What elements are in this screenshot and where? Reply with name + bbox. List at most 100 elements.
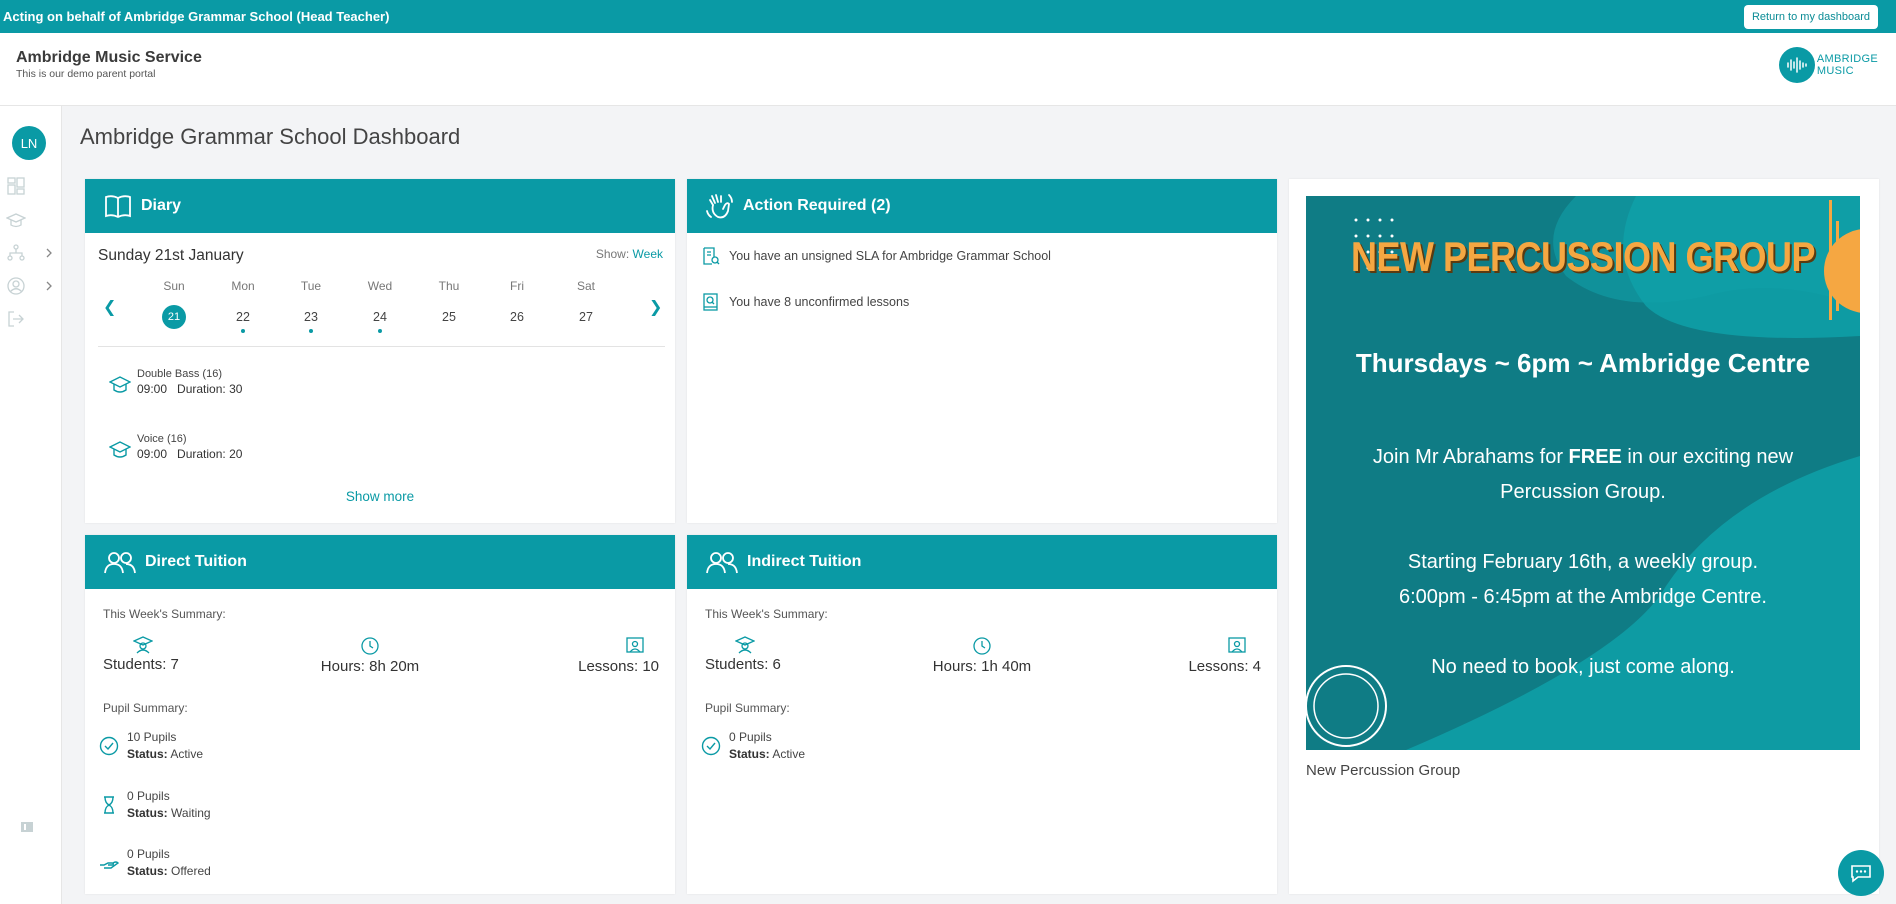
graduation-cap-icon xyxy=(109,441,131,458)
check-circle-icon xyxy=(701,736,721,756)
return-to-dashboard-button[interactable]: Return to my dashboard xyxy=(1743,4,1878,29)
show-label: Show: xyxy=(595,247,630,261)
open-book-icon xyxy=(105,195,131,219)
day-wed[interactable]: Wed 24 xyxy=(360,279,400,333)
hours-count: Hours: 8h 20m xyxy=(320,658,420,675)
action-required-card: Action Required (2) You have an unsigned… xyxy=(687,179,1277,523)
day-fri[interactable]: Fri 26 xyxy=(497,279,537,329)
lesson-item[interactable]: Double Bass (16) 09:00 Duration: 30 xyxy=(109,368,242,396)
lessons-stat: Lessons: 4 xyxy=(1185,636,1261,675)
indirect-tuition-title: Indirect Tuition xyxy=(747,553,862,570)
status-label: Status: xyxy=(127,747,168,761)
users-icon xyxy=(706,552,738,574)
lesson-board-icon xyxy=(1228,637,1246,653)
offer-hand-icon xyxy=(100,861,119,869)
logout-icon[interactable] xyxy=(6,309,26,329)
indirect-tuition-card: Indirect Tuition This Week's Summary: St… xyxy=(687,535,1277,894)
status-label: Status: xyxy=(127,806,168,820)
day-sat[interactable]: Sat 27 xyxy=(566,279,606,329)
show-more-link[interactable]: Show more xyxy=(85,489,675,504)
pupil-count: 10 Pupils xyxy=(127,730,177,744)
sidebar: LN xyxy=(0,106,62,904)
show-value[interactable]: Week xyxy=(633,247,663,261)
logo-text-line1: AMBRIDGE xyxy=(1816,53,1878,65)
pupil-status-item[interactable]: 0 Pupils Status: Waiting xyxy=(99,788,211,822)
lesson-dot xyxy=(241,329,245,333)
promo-image[interactable]: NEW PERCUSSION GROUP Thursdays ~ 6pm ~ A… xyxy=(1306,196,1860,750)
lessons-count: Lessons: 4 xyxy=(1188,658,1261,675)
week-summary-label: This Week's Summary: xyxy=(705,607,828,621)
action-item-text: You have an unsigned SLA for Ambridge Gr… xyxy=(729,249,1051,263)
day-tue[interactable]: Tue 23 xyxy=(291,279,331,333)
pupil-status-item[interactable]: 10 Pupils Status: Active xyxy=(99,729,203,763)
chevron-right-icon[interactable] xyxy=(44,248,54,258)
graduation-cap-icon[interactable] xyxy=(6,210,26,230)
status-label: Status: xyxy=(729,747,770,761)
avatar[interactable]: LN xyxy=(12,126,46,160)
diary-header: Diary xyxy=(85,179,675,233)
status-label: Status: xyxy=(127,864,168,878)
status-value: Active xyxy=(772,747,806,761)
students-count: Students: 6 xyxy=(705,656,781,673)
student-icon xyxy=(133,636,153,654)
students-stat: Students: 6 xyxy=(705,636,781,673)
promo-line3: 6:00pm - 6:45pm at the Ambridge Centre. xyxy=(1399,586,1767,608)
indirect-tuition-header: Indirect Tuition xyxy=(687,535,1277,589)
lesson-item[interactable]: Voice (16) 09:00 Duration: 20 xyxy=(109,433,242,461)
dashboard-icon[interactable] xyxy=(6,176,26,196)
info-icon[interactable] xyxy=(20,820,34,834)
promo-line1-pre: Join Mr Abrahams for xyxy=(1372,446,1569,468)
lessons-count: Lessons: 10 xyxy=(578,658,659,675)
pupil-count: 0 Pupils xyxy=(127,847,170,861)
page-title: Ambridge Grammar School Dashboard xyxy=(80,124,461,149)
check-circle-icon xyxy=(99,736,119,756)
hours-stat: Hours: 1h 40m xyxy=(917,636,1047,675)
status-value: Offered xyxy=(171,864,211,878)
day-sun[interactable]: Sun 21 xyxy=(154,279,194,329)
lesson-name: Double Bass (16) xyxy=(137,368,222,380)
action-required-header: Action Required (2) xyxy=(687,179,1277,233)
status-value: Waiting xyxy=(171,806,211,820)
lesson-dot xyxy=(309,329,313,333)
pupil-summary-label: Pupil Summary: xyxy=(103,701,188,715)
lesson-duration: Duration: 30 xyxy=(177,382,243,396)
pupil-count: 0 Pupils xyxy=(127,789,170,803)
promo-subtitle: Thursdays ~ 6pm ~ Ambridge Centre xyxy=(1355,348,1811,378)
org-chart-icon[interactable] xyxy=(6,243,26,263)
action-item-text: You have 8 unconfirmed lessons xyxy=(729,295,910,309)
app-header: Ambridge Music Service This is our demo … xyxy=(0,33,1896,106)
chat-button[interactable] xyxy=(1838,850,1884,896)
chat-icon xyxy=(1851,865,1871,883)
promo-line1-bold: FREE xyxy=(1568,446,1622,468)
day-mon[interactable]: Mon 22 xyxy=(223,279,263,333)
lesson-dot xyxy=(378,329,382,333)
hours-stat: Hours: 8h 20m xyxy=(305,636,435,675)
clock-icon xyxy=(973,637,991,655)
day-thu[interactable]: Thu 25 xyxy=(429,279,469,329)
pupil-status-item[interactable]: 0 Pupils Status: Offered xyxy=(99,846,211,880)
acting-on-behalf-text: Acting on behalf of Ambridge Grammar Sch… xyxy=(3,9,390,24)
student-icon xyxy=(735,636,755,654)
user-circle-icon[interactable] xyxy=(6,276,26,296)
hourglass-icon xyxy=(104,796,114,814)
lesson-time: 09:00 xyxy=(137,382,168,396)
pupil-status-item[interactable]: 0 Pupils Status: Active xyxy=(701,729,805,763)
status-value: Active xyxy=(170,747,204,761)
app-title[interactable]: Ambridge Music Service xyxy=(16,49,202,67)
diary-view-selector[interactable]: Show: Week xyxy=(596,247,663,261)
action-item[interactable]: You have an unsigned SLA for Ambridge Gr… xyxy=(701,246,1051,266)
ambridge-music-logo[interactable]: AMBRIDGE MUSIC xyxy=(1778,47,1878,83)
divider xyxy=(98,346,665,347)
chevron-right-icon[interactable] xyxy=(44,281,54,291)
direct-tuition-card: Direct Tuition This Week's Summary: Stud… xyxy=(85,535,675,894)
diary-date: Sunday 21st January xyxy=(98,247,244,264)
waving-hand-icon xyxy=(706,194,733,219)
hours-count: Hours: 1h 40m xyxy=(932,658,1032,675)
promo-body: Join Mr Abrahams for FREE in our excitin… xyxy=(1346,440,1820,685)
week-summary-label: This Week's Summary: xyxy=(103,607,226,621)
action-item[interactable]: You have 8 unconfirmed lessons xyxy=(701,292,909,312)
book-search-icon xyxy=(703,293,718,311)
promo-caption[interactable]: New Percussion Group xyxy=(1306,762,1460,779)
action-required-title: Action Required (2) xyxy=(743,197,891,214)
lesson-time: 09:00 xyxy=(137,447,168,461)
